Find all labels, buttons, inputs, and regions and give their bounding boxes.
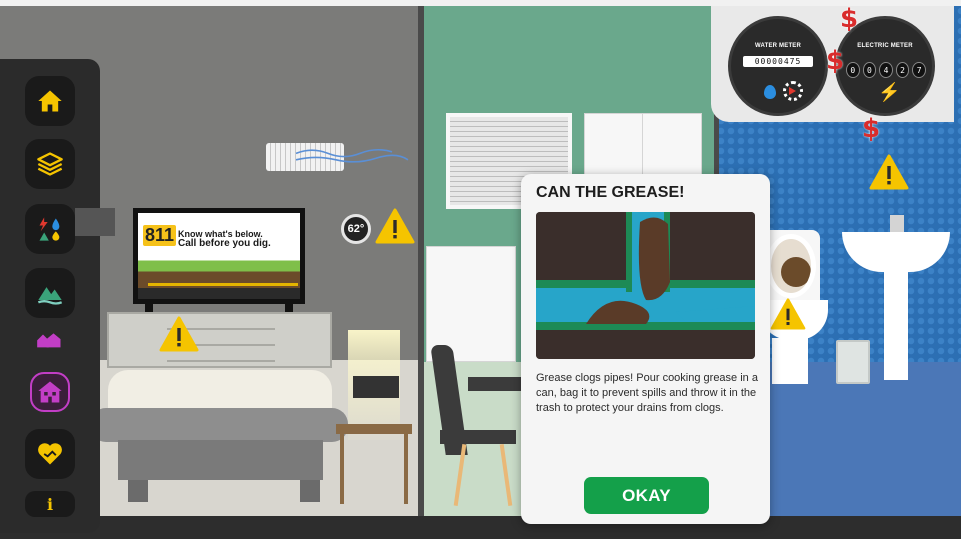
mountain-icon [37, 287, 63, 305]
community-button[interactable] [25, 313, 75, 363]
warning-icon[interactable] [374, 208, 416, 244]
warning-icon[interactable] [868, 154, 910, 190]
house-button[interactable] [30, 372, 70, 412]
okay-button[interactable]: OKAY [584, 477, 709, 514]
utilities-button[interactable] [25, 204, 75, 254]
trash-bin[interactable] [836, 340, 870, 384]
lamp[interactable] [353, 376, 399, 398]
electric-dial: 0 [862, 62, 877, 78]
water-meter-reading: 00000475 [743, 56, 813, 67]
air-vent[interactable] [266, 143, 409, 171]
dollar-sign-icon: $ [840, 4, 859, 34]
dollar-sign-icon: $ [862, 114, 881, 144]
tv-cabinet [107, 312, 332, 368]
kitchen-table [468, 377, 528, 391]
tv-pipe [148, 283, 298, 286]
tip-modal: CAN THE GREASE! Grease clogs pipes! Pour… [521, 174, 770, 524]
sofa-foot [300, 480, 320, 502]
tv-message: Know what's below. Call before you dig. [178, 229, 288, 249]
play-icon [789, 87, 796, 95]
sofa-foot [128, 480, 148, 502]
sofa-arm [90, 408, 348, 442]
sidebar-flyout-tab [75, 208, 115, 236]
warning-icon[interactable] [158, 316, 200, 352]
house-icon [38, 381, 62, 403]
side-table [336, 424, 412, 434]
electric-dial: 4 [879, 62, 893, 78]
electric-dial: 2 [895, 62, 910, 78]
sofa-base [118, 440, 323, 480]
water-drop-icon [764, 85, 776, 99]
electric-meter-dials: 0 0 4 2 7 [846, 62, 926, 82]
ground-strip [0, 516, 961, 539]
tv-line-2: Call before you dig. [178, 238, 271, 249]
water-meter-title: WATER METER [754, 43, 802, 49]
layers-button[interactable] [25, 139, 75, 189]
sink-pedestal [884, 268, 908, 380]
clogged-pipe-illustration [536, 212, 755, 359]
environment-button[interactable] [25, 268, 75, 318]
handshake-icon [38, 443, 62, 465]
home-button[interactable] [25, 76, 75, 126]
toilet-clog [781, 257, 811, 287]
lightning-bolt-icon: ⚡ [878, 82, 901, 102]
electric-dial: 7 [912, 62, 926, 78]
electric-meter-title: ELECTRIC METER [857, 43, 913, 49]
thermostat[interactable]: 62° [341, 214, 371, 244]
toilet[interactable] [766, 234, 816, 298]
sidebar-nav: i [0, 59, 115, 533]
warning-icon[interactable] [770, 298, 806, 330]
water-meter[interactable]: WATER METER 00000475 [728, 16, 828, 116]
modal-title: CAN THE GREASE! [536, 184, 685, 201]
dollar-sign-icon: $ [826, 46, 845, 76]
layers-icon [37, 152, 63, 176]
home-icon [38, 90, 62, 112]
tv[interactable]: 811 Know what's below. Call before you d… [133, 208, 305, 304]
info-button[interactable]: i [25, 491, 75, 517]
electric-dial: 0 [846, 62, 860, 78]
toilet-base [772, 338, 808, 384]
utilities-icon [39, 217, 60, 241]
tv-811-logo: 811 [143, 225, 177, 246]
chair-seat [440, 430, 516, 444]
tv-footer [138, 288, 300, 299]
tv-screen: 811 Know what's below. Call before you d… [138, 213, 300, 299]
tv-stand [145, 304, 153, 312]
side-table-leg [404, 434, 408, 504]
partnership-button[interactable] [25, 429, 75, 479]
side-table-leg [340, 434, 344, 504]
modal-body-text: Grease clogs pipes! Pour cooking grease … [536, 372, 758, 414]
houses-icon [37, 333, 61, 348]
tv-stand [285, 304, 293, 312]
